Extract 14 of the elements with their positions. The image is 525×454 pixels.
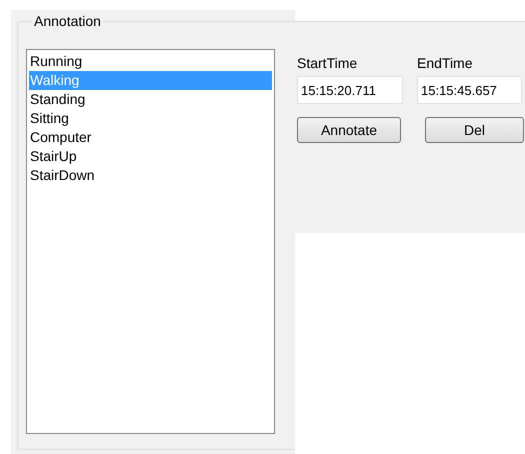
- list-item[interactable]: StairUp: [29, 147, 272, 166]
- field-label: EndTime: [417, 55, 474, 72]
- input-field[interactable]: 15:15:20.711: [297, 76, 403, 104]
- group-title: Annotation: [33, 13, 102, 29]
- list-item[interactable]: Running: [29, 52, 272, 71]
- input-field[interactable]: 15:15:45.657: [417, 76, 522, 104]
- push-button[interactable]: Annotate: [297, 117, 401, 143]
- activity-list[interactable]: Running Walking Standing Sitting Computer StairUp StairDown: [26, 49, 275, 434]
- field-label: StartTime: [297, 55, 358, 72]
- list-item[interactable]: Standing: [29, 90, 272, 109]
- list-item[interactable]: StairDown: [29, 166, 272, 185]
- push-button[interactable]: Del: [425, 117, 524, 143]
- list-item[interactable]: Computer: [29, 128, 272, 147]
- list-item[interactable]: Sitting: [29, 109, 272, 128]
